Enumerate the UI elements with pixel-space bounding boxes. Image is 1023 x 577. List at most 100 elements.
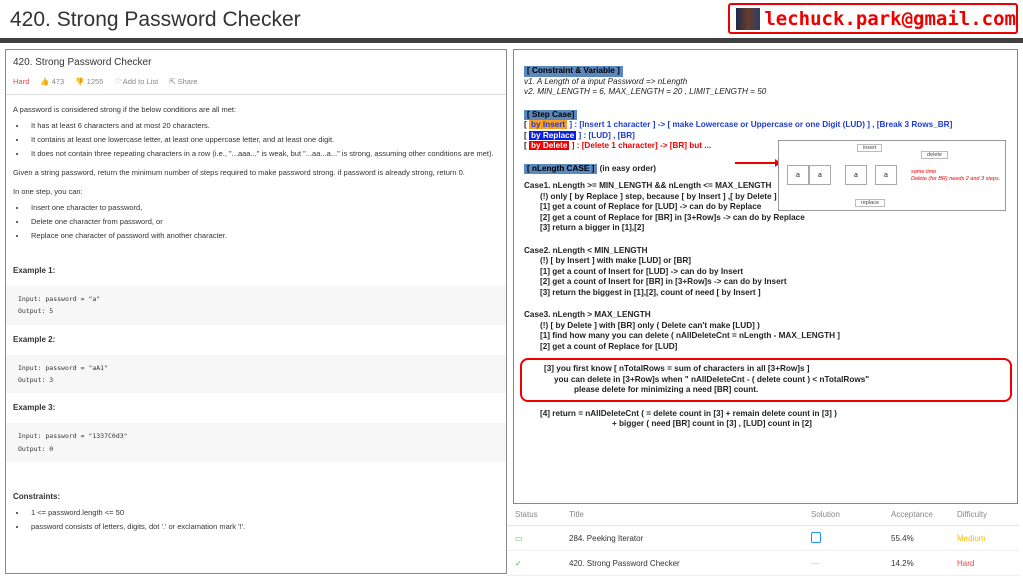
note-line: ] : [LUD] , [BR] (576, 130, 635, 140)
note-line: [1] find how many you can delete ( nAllD… (540, 331, 840, 340)
problem-meta: Hard 👍 473 👎 1255 ♡ Add to List ⇱ Share (13, 77, 499, 86)
col-difficulty[interactable]: Difficulty (957, 510, 1019, 519)
delete-label: delete (921, 151, 948, 159)
step-diagram: insert delete a a a a some time Delete (f… (778, 140, 1006, 211)
list-item: Delete one character from password, or (27, 217, 499, 226)
intro-text: A password is considered strong if the b… (13, 105, 237, 114)
acceptance-value: 14.2% (891, 558, 914, 568)
diagram-cell: a (809, 165, 831, 185)
note-line: ] : [Insert 1 character ] -> [ make Lowe… (567, 120, 953, 129)
list-item: 1 <= password.length <= 50 (27, 508, 499, 517)
one-step-text: In one step, you can: (13, 187, 83, 196)
list-item: It contains at least one lowercase lette… (27, 135, 499, 144)
note-line: please delete for minimizing a need [BR]… (574, 385, 759, 394)
note-line: [3] return a bigger in [1],[2] (540, 223, 645, 232)
thumbs-up-icon: 👍 (40, 77, 50, 86)
note-line: Delete (for BR) needs 2 and 3 steps. (911, 176, 1001, 183)
example-heading: Example 2: (13, 334, 56, 344)
table-row[interactable]: ✓ 420. Strong Password Checker — 14.2% H… (507, 551, 1019, 576)
header-divider (0, 38, 1023, 43)
diagram-cell: a (787, 165, 809, 185)
problem-link[interactable]: 420. Strong Password Checker (569, 559, 811, 568)
list-item: It has at least 6 characters and at most… (27, 121, 499, 130)
insert-tag: by Insert (529, 120, 568, 129)
note-line: ] : [Delete 1 character] -> [BR] but ... (569, 141, 712, 150)
case-heading: Case2. nLength < MIN_LENGTH (524, 245, 648, 255)
author-avatar (736, 7, 761, 30)
section-heading: [ nLength CASE ] (524, 163, 598, 174)
difficulty-value: Hard (957, 558, 975, 568)
thumbs-down-icon: 👎 (75, 77, 85, 86)
note-line: you can delete in [3+Row]s when " nAllDe… (554, 374, 870, 384)
col-status[interactable]: Status (507, 510, 569, 519)
pointer-arrow (735, 159, 781, 167)
example-box: Input: password = "1337C0d3" Output: 0 (6, 423, 506, 463)
delete-tag: by Delete (529, 141, 570, 150)
table-row[interactable]: ▭ 284. Peeking Iterator 55.4% Medium (507, 526, 1019, 551)
note-line: [3] return the biggest in [1],[2], count… (540, 287, 761, 297)
diagram-cell: a (875, 165, 897, 185)
note-line: [1] get a count of Insert for [LUD] -> c… (540, 266, 744, 276)
note-line: some time (911, 169, 937, 175)
example-input: Input: password = "aA1" (18, 363, 109, 372)
problem-title: 420. Strong Password Checker (13, 57, 152, 68)
diagram-note: some time Delete (for BR) needs 2 and 3 s… (911, 169, 1000, 183)
example-heading: Example 3: (13, 403, 56, 413)
col-solution[interactable]: Solution (811, 510, 891, 519)
list-item: It does not contain three repeating char… (27, 149, 499, 158)
problem-link[interactable]: 284. Peeking Iterator (569, 534, 811, 543)
divider (6, 94, 506, 95)
like-button[interactable]: 👍 473 (40, 77, 64, 86)
note-line: v2. MIN_LENGTH = 6, MAX_LENGTH = 20 , LI… (524, 87, 767, 96)
add-to-list-label: Add to List (122, 77, 159, 86)
heart-icon: ♡ (114, 77, 122, 86)
note-line: [2] get a count of Insert for [BR] in [3… (540, 277, 787, 286)
add-to-list-button[interactable]: ♡ Add to List (114, 77, 158, 86)
example-box: Input: password = "aA1" Output: 3 (6, 354, 506, 394)
note-line: (!) [ by Delete ] with [BR] only ( Delet… (540, 320, 760, 330)
no-solution-dash: — (811, 558, 819, 568)
example-input: Input: password = "a" (18, 295, 101, 303)
solved-check-icon: ✓ (515, 558, 522, 568)
share-button[interactable]: ⇱ Share (169, 77, 197, 86)
attempted-icon: ▭ (515, 533, 523, 543)
example-output: Output: 5 (18, 307, 54, 316)
diagram-cell: a (845, 165, 867, 185)
difficulty-badge: Hard (13, 77, 30, 86)
case-heading: Case3. nLength > MAX_LENGTH (524, 310, 651, 319)
note-line: [3] you first know [ nTotalRows = sum of… (544, 364, 810, 373)
example-heading: Example 1: (13, 266, 56, 275)
constraints-heading: Constraints: (13, 492, 61, 502)
like-count: 473 (51, 77, 65, 86)
problem-description-panel: 420. Strong Password Checker Hard 👍 473 … (5, 49, 507, 574)
section-heading: [ Step Case] (524, 109, 578, 120)
dislike-count: 1255 (86, 77, 104, 86)
dislike-button[interactable]: 👎 1255 (75, 77, 103, 86)
col-title[interactable]: Title (569, 510, 811, 519)
note-line: [4] return = nAllDeleteCnt ( = delete co… (540, 408, 837, 418)
note-line: + bigger ( need [BR] count in [3] , [LUD… (612, 419, 812, 428)
example-input: Input: password = "1337C0d3" (18, 432, 128, 441)
list-item: Replace one character of password with a… (27, 231, 499, 240)
example-output: Output: 3 (18, 376, 54, 385)
section-heading: [ Constraint & Variable ] (524, 66, 623, 77)
problem-list-table: Status Title Solution Acceptance Difficu… (507, 504, 1019, 577)
share-label: Share (177, 77, 198, 86)
note-line: (!) [ by Insert ] with make [LUD] or [BR… (540, 256, 692, 265)
steps-list: Insert one character to password, Delete… (13, 203, 499, 240)
acceptance-value: 55.4% (891, 533, 914, 543)
share-icon: ⇱ (169, 77, 176, 86)
insert-label: insert (857, 144, 883, 152)
section-subtitle: (in easy order) (597, 163, 657, 173)
difficulty-value: Medium (957, 533, 986, 543)
constraints-list: 1 <= password.length <= 50 password cons… (13, 508, 499, 531)
note-line: [2] get a count of Replace for [BR] in [… (540, 212, 805, 222)
table-header: Status Title Solution Acceptance Difficu… (507, 504, 1019, 526)
note-line: v1. A Length of a input Password => nLen… (524, 76, 688, 86)
author-email: lechuck.park@gmail.com (764, 7, 1016, 30)
given-text: Given a string password, return the mini… (13, 168, 465, 177)
notes-panel: [ Constraint & Variable ] v1. A Length o… (513, 49, 1018, 504)
example-output: Output: 0 (18, 444, 54, 453)
col-acceptance[interactable]: Acceptance (891, 510, 957, 519)
solution-icon[interactable] (811, 531, 891, 545)
